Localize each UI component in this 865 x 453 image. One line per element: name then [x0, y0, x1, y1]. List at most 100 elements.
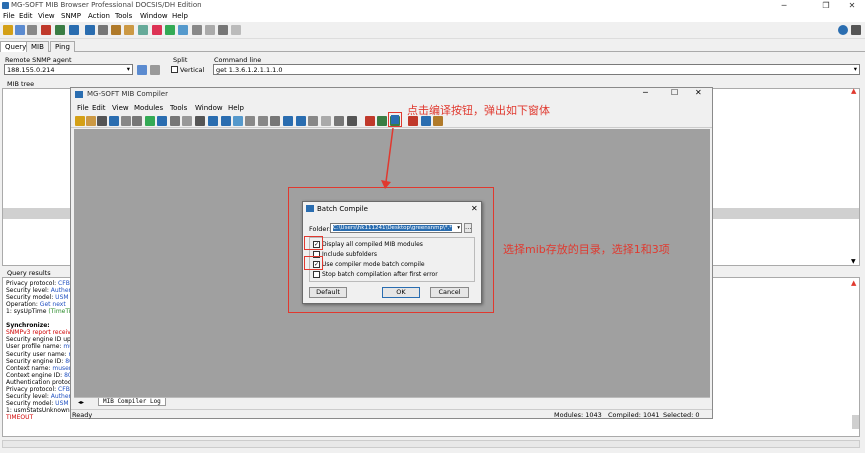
compiler-tool-icon[interactable] [208, 116, 218, 126]
compiler-tool-icon[interactable] [86, 116, 96, 126]
compiler-tool-icon[interactable] [182, 116, 192, 126]
status-compiled: Compiled: 1041 [608, 411, 660, 419]
compiler-tool-icon[interactable] [145, 116, 155, 126]
walk-icon[interactable] [41, 25, 51, 35]
menu-action[interactable]: Action [88, 12, 110, 20]
batch-compile-icon[interactable] [391, 115, 399, 124]
compiler-tool-icon[interactable] [195, 116, 205, 126]
agent-input[interactable]: 188.155.0.214 ▾ [4, 64, 133, 75]
compiler-tool-icon[interactable] [347, 116, 357, 126]
compiler-tool-icon[interactable] [365, 116, 375, 126]
help-icon[interactable] [838, 25, 848, 35]
compiler-menu-help[interactable]: Help [228, 104, 244, 112]
cancel-button[interactable]: Cancel [430, 287, 469, 298]
chevron-down-icon[interactable]: ▾ [127, 65, 130, 73]
compiler-tool-icon[interactable] [109, 116, 119, 126]
compiler-menu-file[interactable]: File [77, 104, 89, 112]
default-button[interactable]: Default [309, 287, 347, 298]
dialog-close-button[interactable]: ✕ [471, 204, 478, 213]
chevron-down-icon[interactable]: ▾ [854, 65, 857, 73]
tab-scroll-left-icon[interactable]: ◂▸ [78, 399, 84, 406]
main-toolbar [0, 22, 865, 39]
ping-icon[interactable] [165, 25, 175, 35]
horizontal-scrollbar[interactable] [2, 440, 860, 448]
compiler-status-bar: Ready Modules: 1043 Compiled: 1041 Selec… [71, 409, 712, 419]
tab-mib[interactable]: MIB [26, 41, 49, 52]
compiler-menu-modules[interactable]: Modules [134, 104, 163, 112]
arrow-up-icon[interactable]: ▲ [851, 279, 856, 287]
grid-icon[interactable] [98, 25, 108, 35]
scroll-down-icon[interactable]: ▼ [851, 258, 859, 266]
annotation-top: 点击编译按钮，弹出如下窗体 [407, 104, 550, 117]
trap-icon[interactable] [152, 25, 162, 35]
compiler-menu-window[interactable]: Window [195, 104, 223, 112]
menu-edit[interactable]: Edit [19, 12, 33, 20]
compiler-maximize-button[interactable]: ☐ [671, 88, 678, 97]
compiler-tool-icon[interactable] [270, 116, 280, 126]
command-input[interactable]: get 1.3.6.1.2.1.1.1.0 ▾ [213, 64, 860, 75]
compiler-tool-icon[interactable] [97, 116, 107, 126]
menu-window[interactable]: Window [140, 12, 168, 20]
compiler-tool-icon[interactable] [334, 116, 344, 126]
status-ready: Ready [72, 411, 93, 419]
maximize-button[interactable]: ❐ [812, 0, 840, 11]
compiler-tool-icon[interactable] [170, 116, 180, 126]
compiler-title: MG-SOFT MIB Compiler [87, 90, 168, 98]
compiler-tool-icon[interactable] [221, 116, 231, 126]
compiler-tool-icon[interactable] [283, 116, 293, 126]
menu-view[interactable]: View [38, 12, 55, 20]
compiler-menu-view[interactable]: View [112, 104, 129, 112]
log-icon[interactable] [218, 25, 228, 35]
chevron-down-icon[interactable]: ▾ [457, 224, 460, 232]
result-value: USM [55, 294, 69, 302]
tab-ping[interactable]: Ping [50, 41, 75, 52]
menu-file[interactable]: File [3, 12, 15, 20]
globe-icon[interactable] [69, 25, 79, 35]
menu-tools[interactable]: Tools [115, 12, 132, 20]
get-icon[interactable] [55, 25, 65, 35]
folder-icon[interactable] [124, 25, 134, 35]
compiler-tool-icon[interactable] [245, 116, 255, 126]
tab-mib-compiler-log[interactable]: MIB Compiler Log [98, 398, 166, 406]
close-button[interactable]: ✕ [838, 0, 865, 11]
context-help-icon[interactable] [851, 25, 861, 35]
compiler-menu-tools[interactable]: Tools [170, 104, 187, 112]
compiler-tool-icon[interactable] [296, 116, 306, 126]
option-4-checkbox[interactable] [313, 271, 320, 278]
agent-find-icon[interactable] [150, 65, 160, 75]
compiler-tool-icon[interactable] [75, 116, 85, 126]
compiler-tool-icon[interactable] [258, 116, 268, 126]
browse-button[interactable]: … [464, 223, 472, 233]
query-icon[interactable] [27, 25, 37, 35]
trace-icon[interactable] [178, 25, 188, 35]
compiler-tool-icon[interactable] [121, 116, 131, 126]
agent-value: 188.155.0.214 [7, 66, 55, 74]
compiler-tool-icon[interactable] [377, 116, 387, 126]
compiler-tool-icon[interactable] [321, 116, 331, 126]
vertical-checkbox[interactable] [171, 66, 178, 73]
folder-input[interactable]: C:\Users\hk111241\Desktop\greensnmp\*.* … [330, 223, 462, 233]
compiler-tool-icon[interactable] [157, 116, 167, 126]
book-icon[interactable] [111, 25, 121, 35]
arrow-up-icon[interactable]: ▲ [851, 87, 859, 95]
menu-snmp[interactable]: SNMP [61, 12, 81, 20]
compiler-menu-edit[interactable]: Edit [92, 104, 106, 112]
tree-icon[interactable] [138, 25, 148, 35]
scrollbar-thumb[interactable] [852, 415, 859, 429]
minimize-button[interactable]: ─ [770, 0, 798, 11]
compiler-tool-icon[interactable] [308, 116, 318, 126]
connect-icon[interactable] [3, 25, 13, 35]
settings-icon[interactable] [192, 25, 202, 35]
contact-icon[interactable] [15, 25, 25, 35]
compiler-tool-icon[interactable] [132, 116, 142, 126]
compiler-close-button[interactable]: ✕ [695, 88, 702, 97]
ok-button[interactable]: OK [382, 287, 420, 298]
menu-help[interactable]: Help [172, 12, 188, 20]
compiler-minimize-button[interactable]: ─ [643, 88, 648, 97]
print-icon[interactable] [231, 25, 241, 35]
options-icon[interactable] [205, 25, 215, 35]
info-icon[interactable] [85, 25, 95, 35]
compiler-tool-icon[interactable] [233, 116, 243, 126]
agent-properties-icon[interactable] [137, 65, 147, 75]
command-label: Command line [214, 56, 262, 64]
